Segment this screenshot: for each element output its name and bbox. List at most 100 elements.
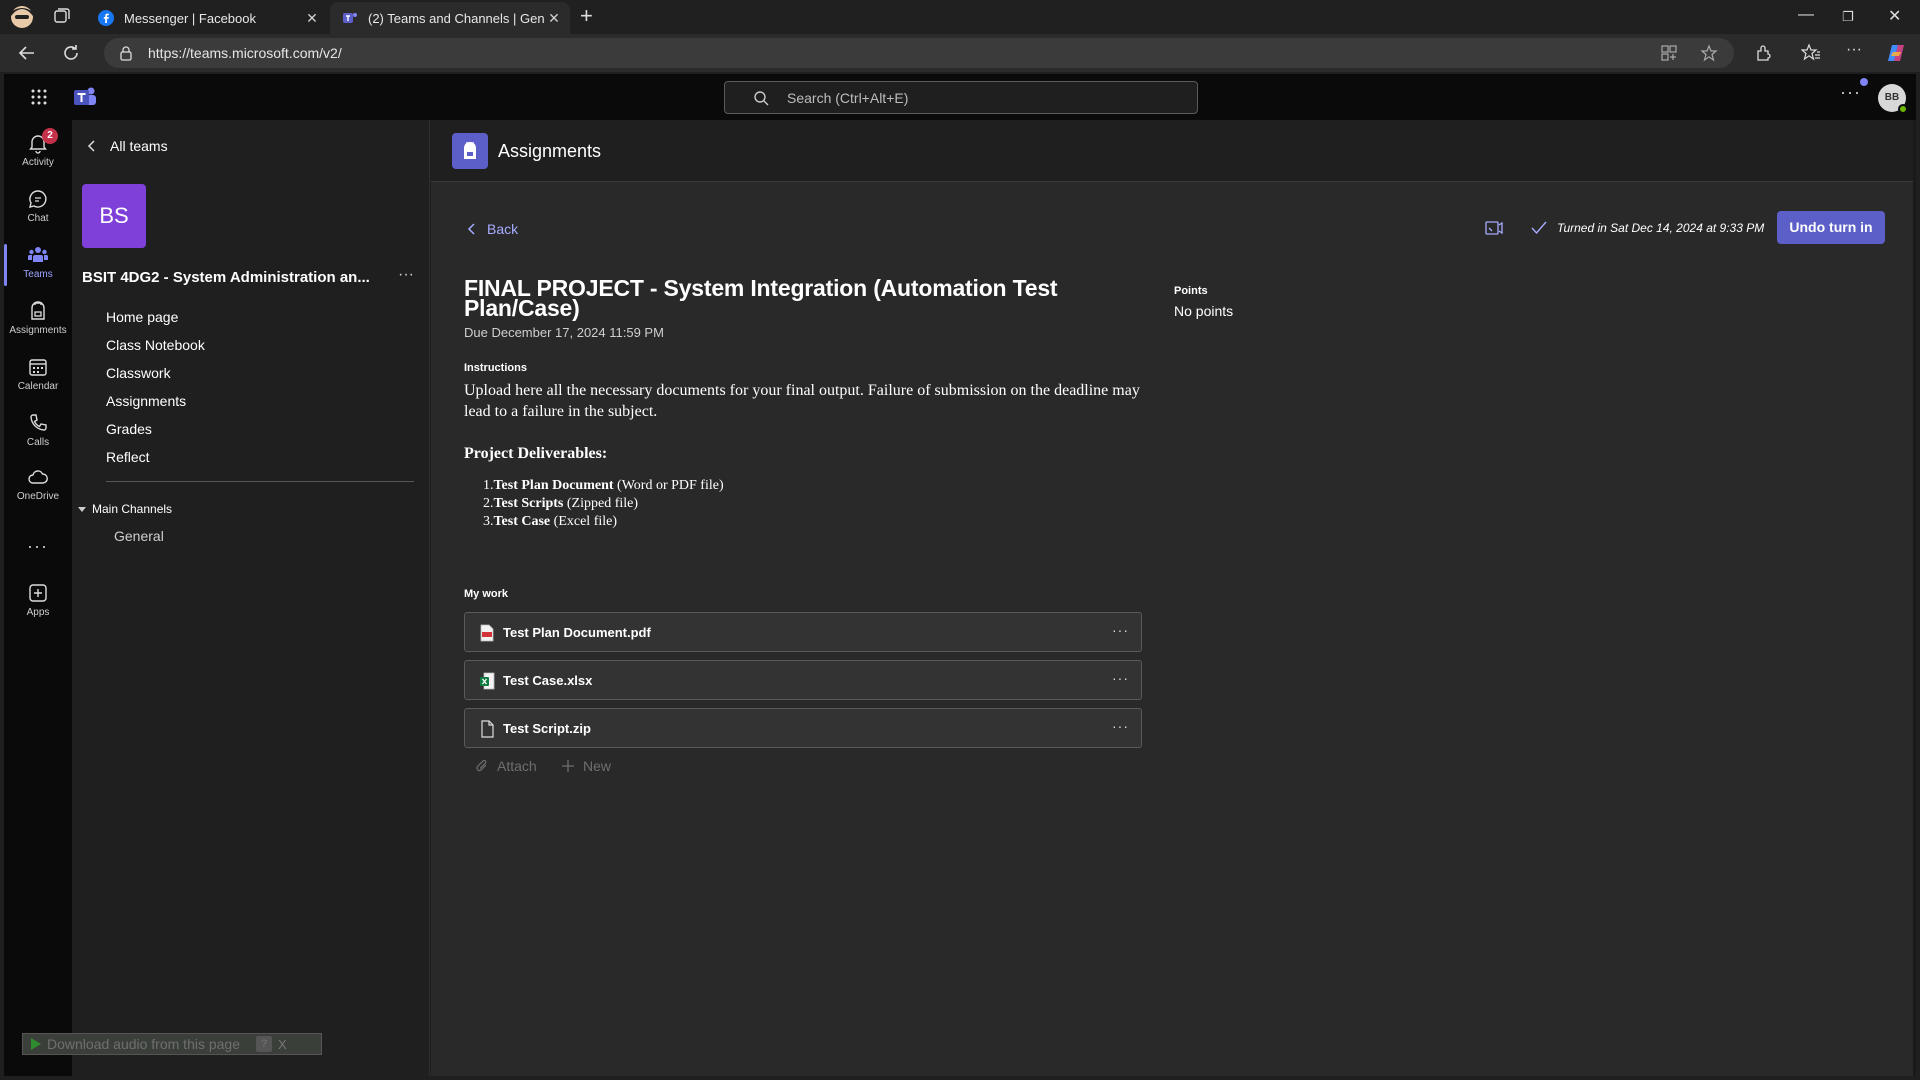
app-launcher-icon[interactable] <box>30 88 48 106</box>
item-name: Test Scripts <box>493 496 564 511</box>
rail-label: Apps <box>26 607 50 618</box>
rail-item-calendar[interactable]: Calendar <box>4 352 72 404</box>
back-label: Back <box>487 221 519 237</box>
item-detail: (Word or PDF file) <box>613 478 724 493</box>
channels-section-toggle[interactable]: Main Channels <box>78 502 172 516</box>
attach-button[interactable]: Attach <box>475 758 537 774</box>
help-icon[interactable]: ? <box>256 1036 273 1052</box>
item-detail: (Excel file) <box>550 514 618 529</box>
rail-label: Teams <box>23 269 53 280</box>
tab-teams[interactable]: (2) Teams and Channels | General ✕ <box>330 2 570 34</box>
file-more-options-icon[interactable]: ··· <box>1112 670 1129 686</box>
more-apps-icon[interactable]: ... <box>4 532 72 553</box>
generic-file-icon <box>481 720 494 738</box>
sidebar-divider <box>106 481 414 482</box>
nav-assignments[interactable]: Assignments <box>106 393 186 409</box>
file-name: Test Script.zip <box>503 721 591 736</box>
rail-label: Assignments <box>9 325 67 336</box>
rail-item-apps[interactable]: Apps <box>4 578 72 630</box>
instructions-label: Instructions <box>464 362 527 374</box>
new-file-button[interactable]: New <box>561 758 611 774</box>
item-number: 2. <box>483 496 494 511</box>
browser-address-bar: https://teams.microsoft.com/v2/ ··· <box>0 34 1920 72</box>
profile-avatar-icon[interactable] <box>8 4 36 30</box>
rail-item-activity[interactable]: 2 Activity <box>4 128 72 180</box>
tab-messenger[interactable]: Messenger | Facebook ✕ <box>86 2 328 34</box>
rail-item-chat[interactable]: Chat <box>4 184 72 236</box>
list-item: 1.Test Plan Document (Word or PDF file) <box>483 477 724 495</box>
file-name: Test Plan Document.pdf <box>503 625 651 640</box>
refresh-icon[interactable] <box>60 42 82 64</box>
close-tab-icon[interactable]: ✕ <box>544 10 564 27</box>
restore-icon[interactable]: ❐ <box>1842 9 1854 25</box>
file-card[interactable]: Test Case.xlsx ··· <box>464 660 1142 700</box>
file-card[interactable]: Test Plan Document.pdf ··· <box>464 612 1142 652</box>
favorite-star-icon[interactable] <box>1700 44 1718 62</box>
team-avatar[interactable]: BS <box>82 184 146 248</box>
item-number: 3. <box>483 514 494 529</box>
calendar-icon <box>29 359 47 376</box>
favorites-icon[interactable] <box>1801 43 1821 63</box>
list-item: 3.Test Case (Excel file) <box>483 513 724 531</box>
file-more-options-icon[interactable]: ··· <box>1112 718 1129 734</box>
back-arrow-icon[interactable] <box>16 42 38 64</box>
close-window-icon[interactable]: ✕ <box>1888 6 1901 26</box>
close-icon[interactable]: X <box>278 1037 287 1052</box>
play-icon <box>31 1038 41 1050</box>
chevron-left-icon <box>87 140 95 152</box>
teams-icon <box>28 247 48 262</box>
file-card[interactable]: Test Script.zip ··· <box>464 708 1142 748</box>
search-input[interactable]: Search (Ctrl+Alt+E) <box>724 81 1198 114</box>
nav-reflect[interactable]: Reflect <box>106 449 150 465</box>
url-text: https://teams.microsoft.com/v2/ <box>148 45 342 61</box>
rail-label: Calls <box>26 437 50 448</box>
browser-more-icon[interactable]: ··· <box>1846 41 1862 59</box>
my-work-label: My work <box>464 588 509 600</box>
undo-turn-in-button[interactable]: Undo turn in <box>1777 211 1885 244</box>
download-audio-bar[interactable]: Download audio from this page ? X <box>22 1033 322 1055</box>
all-teams-link[interactable]: All teams <box>86 138 168 154</box>
minimize-icon[interactable]: — <box>1798 6 1814 24</box>
channel-general[interactable]: General <box>114 528 164 544</box>
nav-classwork[interactable]: Classwork <box>106 365 171 381</box>
chevron-left-icon <box>467 223 475 235</box>
tab-title: (2) Teams and Channels | General <box>368 10 544 26</box>
rail-label: OneDrive <box>16 491 60 502</box>
item-detail: (Zipped file) <box>563 496 639 511</box>
activity-badge: 2 <box>42 128 58 144</box>
copilot-icon[interactable] <box>1886 43 1906 63</box>
window-edge <box>1913 120 1916 1076</box>
assignment-detail: Assignments Back Turned in Sat Dec 14, 2… <box>431 120 1916 1076</box>
file-more-options-icon[interactable]: ··· <box>1112 622 1129 638</box>
rail-item-teams[interactable]: Teams <box>4 240 72 292</box>
rail-item-calls[interactable]: Calls <box>4 408 72 460</box>
immersive-reader-icon[interactable] <box>1485 219 1503 237</box>
new-tab-button[interactable]: + <box>580 5 593 27</box>
tab-actions-icon[interactable] <box>52 6 72 26</box>
avatar[interactable]: BB <box>1878 84 1908 114</box>
extensions-icon[interactable] <box>1754 43 1774 63</box>
nav-grades[interactable]: Grades <box>106 421 152 437</box>
all-teams-label: All teams <box>110 138 168 154</box>
team-more-options-icon[interactable]: ··· <box>398 266 414 284</box>
url-field[interactable]: https://teams.microsoft.com/v2/ <box>104 38 1734 68</box>
settings-more-icon[interactable]: ··· <box>1840 82 1861 103</box>
rail-item-onedrive[interactable]: OneDrive <box>4 462 72 514</box>
new-label: New <box>583 758 612 774</box>
back-button[interactable]: Back <box>467 221 518 237</box>
browser-tab-bar: Messenger | Facebook ✕ (2) Teams and Cha… <box>0 0 1920 34</box>
nav-class-notebook[interactable]: Class Notebook <box>106 337 205 353</box>
facebook-icon <box>98 10 114 26</box>
deliverables-heading: Project Deliverables: <box>464 445 608 462</box>
nav-home-page[interactable]: Home page <box>106 309 178 325</box>
rail-item-assignments[interactable]: Assignments <box>4 296 72 348</box>
instructions-text: Upload here all the necessary documents … <box>464 382 1140 420</box>
app-available-icon[interactable] <box>1660 44 1678 62</box>
points-label: Points <box>1174 285 1208 297</box>
lock-icon[interactable] <box>118 45 134 61</box>
rail-label: Activity <box>22 157 54 168</box>
close-tab-icon[interactable]: ✕ <box>302 10 322 27</box>
app-title: Assignments <box>498 141 602 161</box>
rail-label: Calendar <box>17 381 59 392</box>
excel-file-icon <box>480 672 495 690</box>
